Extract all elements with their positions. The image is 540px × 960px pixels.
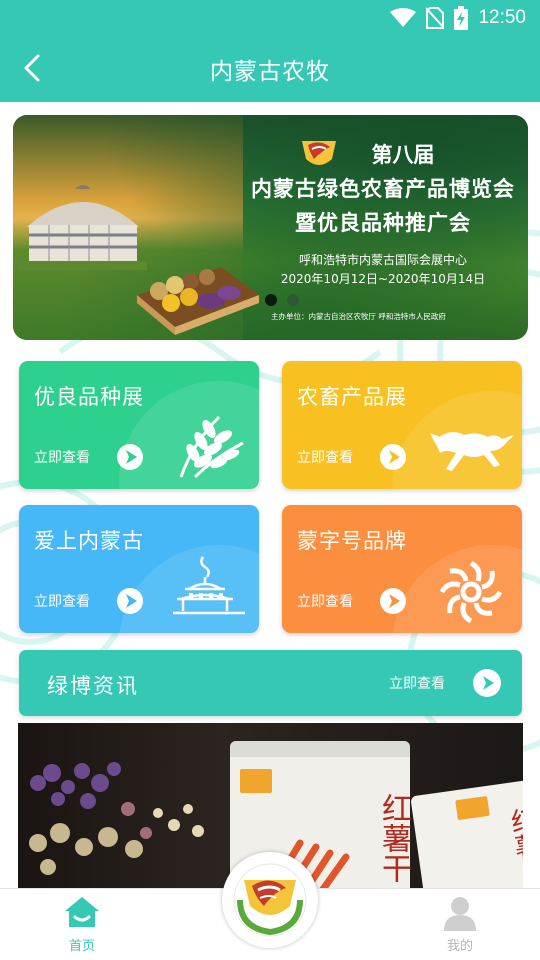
nav-mine-label: 我的 [446,939,473,954]
arrow-right-circle-icon[interactable] [472,668,502,698]
carousel-dot-1[interactable] [265,294,277,306]
card-view-link[interactable]: 立即查看 [34,447,90,467]
status-bar: 12:50 [0,0,540,36]
knot-pattern-icon [439,560,503,624]
carousel-indicator[interactable] [265,294,299,306]
bag-logo-label [240,769,272,793]
bag-text: 红薯 [505,805,523,862]
status-icons: 12:50 [390,6,526,30]
nav-home[interactable]: 首页 [58,895,106,957]
temple-icon [173,556,245,615]
battery-charging-icon [454,6,469,30]
app-bar: 内蒙古农牧 [0,36,540,102]
wifi-icon [390,8,417,27]
banner-dates: 2020年10月12日~2020年10月14日 [280,272,486,286]
status-time: 12:50 [478,7,526,28]
card-love-inner-mongolia[interactable]: 爱上内蒙古 立即查看 [19,505,259,633]
card-view-link[interactable]: 立即查看 [297,591,353,611]
event-banner[interactable]: 第八届 内蒙古绿色农畜产品博览会 暨优良品种推广会 呼和浩特市内蒙古国际会展中心… [13,115,528,340]
card-title: 蒙字号品牌 [297,529,407,553]
bag-text: 红薯干 [376,793,411,883]
card-agri-products[interactable]: 农畜产品展 立即查看 [282,361,522,489]
yurt-image [19,185,147,270]
banner-venue: 呼和浩特市内蒙古国际会展中心 [298,253,467,267]
news-section-bar[interactable]: 绿博资讯 立即查看 [19,650,522,716]
carousel-dot-2[interactable] [287,294,299,306]
expo-emblem-icon [233,863,307,937]
card-title: 爱上内蒙古 [34,529,144,553]
banner-edition: 第八届 [371,143,435,167]
card-mongolian-brands[interactable]: 蒙字号品牌 立即查看 [282,505,522,633]
card-view-link[interactable]: 立即查看 [34,591,90,611]
nav-mine[interactable]: 我的 [436,895,484,957]
bag-seal [230,741,410,757]
user-icon [444,897,476,931]
banner-sponsor: 主办单位：内蒙古自治区农牧厅 呼和浩特市人民政府 [271,312,446,321]
arrow-right-circle-icon[interactable] [379,443,407,471]
card-view-link[interactable]: 立即查看 [297,447,353,467]
arrow-right-circle-icon[interactable] [116,443,144,471]
card-fine-breeds[interactable]: 优良品种展 立即查看 [19,361,259,489]
product-bag-2: 红薯 [410,778,523,893]
wheat-icon [179,415,244,479]
news-title: 绿博资讯 [47,674,139,698]
card-title: 农畜产品展 [297,385,407,409]
nav-home-label: 首页 [68,939,95,954]
arrow-right-circle-icon[interactable] [116,587,144,615]
arrow-right-circle-icon[interactable] [379,587,407,615]
bag-logo-label [455,795,490,821]
card-title: 优良品种展 [34,385,144,409]
banner-text: 第八届 内蒙古绿色农畜产品博览会 暨优良品种推广会 呼和浩特市内蒙古国际会展中心… [243,139,523,287]
banner-title-line2: 暨优良品种推广会 [295,211,471,235]
page-title: 内蒙古农牧 [210,59,330,85]
no-sim-icon [426,7,445,29]
center-logo-button[interactable] [222,852,318,948]
banner-title-line1: 内蒙古绿色农畜产品博览会 [251,177,515,201]
home-icon [65,897,99,927]
dried-flowers-image [29,762,204,875]
horse-icon [430,432,514,471]
news-view-link[interactable]: 立即查看 [389,673,445,693]
